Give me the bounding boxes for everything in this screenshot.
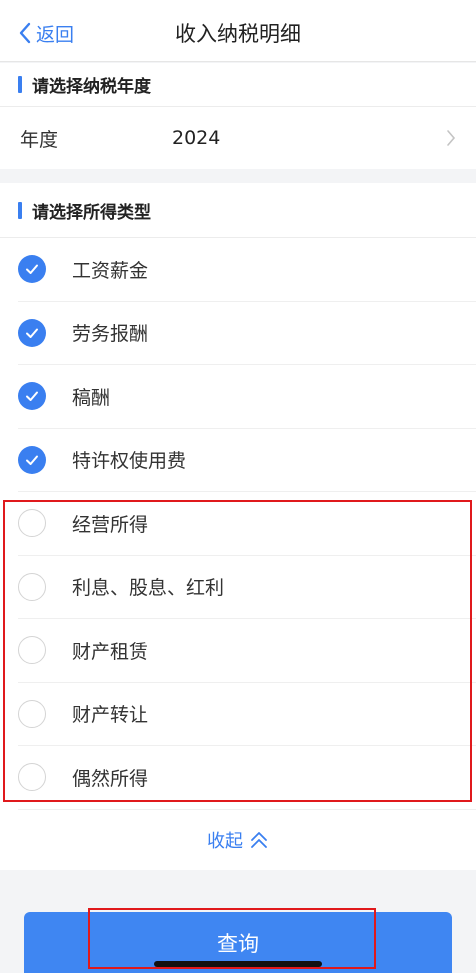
income-type-item[interactable]: 劳务报酬 — [18, 302, 476, 365]
income-type-section: 请选择所得类型 工资薪金劳务报酬稿酬特许权使用费 经营所得利息、股息、红利 财产租赁… — [0, 183, 476, 810]
checked-circle-icon[interactable] — [18, 382, 46, 411]
year-value: 2024 — [172, 127, 221, 149]
type-section-heading: 请选择所得类型 — [0, 183, 476, 238]
income-type-item[interactable]: 经营所得 — [18, 492, 476, 556]
income-type-item[interactable]: 稿酬 — [18, 365, 476, 429]
chevron-right-icon — [447, 130, 456, 146]
unchecked-circle-icon[interactable] — [18, 763, 46, 792]
year-label: 年度 — [20, 128, 59, 151]
checked-circle-icon[interactable] — [18, 445, 46, 474]
income-type-label: 劳务报酬 — [72, 323, 149, 346]
unchecked-circle-icon[interactable] — [18, 636, 46, 665]
page-title: 收入纳税明细 — [175, 22, 301, 46]
year-row[interactable]: 年度 2024 — [0, 107, 476, 169]
double-chevron-up-icon — [251, 832, 267, 848]
collapse-label: 收起 — [207, 831, 243, 852]
income-type-label: 财产租赁 — [72, 640, 149, 663]
income-type-label: 偶然所得 — [72, 767, 149, 790]
section-marker — [18, 76, 22, 93]
unchecked-circle-icon[interactable] — [18, 572, 46, 601]
query-label: 查询 — [217, 931, 259, 956]
home-indicator — [154, 961, 322, 967]
year-section-heading: 请选择纳税年度 — [0, 63, 476, 107]
income-type-label: 财产转让 — [72, 704, 149, 727]
checked-circle-icon[interactable] — [18, 255, 46, 284]
income-type-label: 经营所得 — [72, 513, 149, 536]
section-marker — [18, 201, 22, 219]
income-type-label: 特许权使用费 — [72, 450, 187, 473]
income-type-label: 工资薪金 — [72, 259, 149, 282]
income-type-item[interactable]: 利息、股息、红利 — [18, 556, 476, 619]
income-type-label: 利息、股息、红利 — [72, 577, 225, 600]
year-heading-text: 请选择纳税年度 — [32, 77, 151, 97]
income-type-item[interactable]: 偶然所得 — [18, 746, 476, 810]
type-heading-text: 请选择所得类型 — [32, 202, 151, 223]
income-type-label: 稿酬 — [72, 386, 111, 409]
income-type-item[interactable]: 特许权使用费 — [18, 429, 476, 492]
nav-bar: 返回 收入纳税明细 — [0, 0, 476, 62]
income-type-item[interactable]: 工资薪金 — [18, 238, 476, 302]
year-section: 请选择纳税年度 年度 2024 — [0, 63, 476, 169]
income-type-item[interactable]: 财产租赁 — [18, 619, 476, 683]
collapse-button[interactable]: 收起 — [0, 810, 476, 870]
unchecked-circle-icon[interactable] — [18, 699, 46, 728]
income-type-item[interactable]: 财产转让 — [18, 683, 476, 746]
checked-circle-icon[interactable] — [18, 318, 46, 347]
unchecked-circle-icon[interactable] — [18, 509, 46, 538]
income-type-list: 工资薪金劳务报酬稿酬特许权使用费 经营所得利息、股息、红利 财产租赁财产转让偶然所得 — [0, 238, 476, 810]
